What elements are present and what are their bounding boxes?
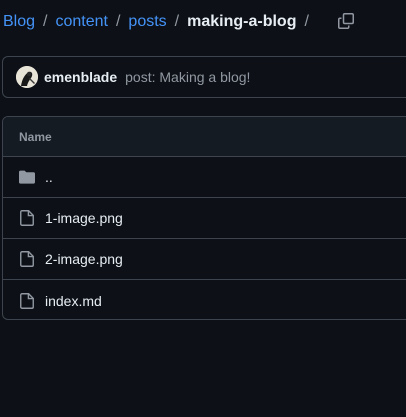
table-row-2-image-png[interactable]: 2-image.png	[3, 239, 406, 280]
breadcrumb-separator: /	[174, 13, 180, 30]
breadcrumb-item-posts[interactable]: posts	[128, 13, 166, 31]
file-table: Name .. 1-image.png 2-image.png index.md	[2, 116, 406, 320]
breadcrumb-current: making-a-blog	[187, 13, 297, 30]
file-icon	[19, 292, 35, 309]
breadcrumb-item-content[interactable]: content	[55, 13, 107, 31]
file-name: 1-image.png	[45, 210, 123, 226]
breadcrumb-trailing-separator: /	[304, 13, 309, 30]
copy-path-button[interactable]	[334, 9, 358, 33]
latest-commit-box: emenblade post: Making a blog!	[2, 56, 406, 98]
file-icon	[19, 210, 35, 226]
file-name: ..	[45, 169, 53, 185]
breadcrumb-separator: /	[115, 13, 121, 30]
table-header: Name	[3, 117, 406, 157]
commit-author[interactable]: emenblade	[44, 69, 117, 85]
file-name: 2-image.png	[45, 251, 123, 267]
table-row-parent-directory[interactable]: ..	[3, 157, 406, 198]
breadcrumb-separator: /	[43, 13, 48, 30]
folder-icon	[19, 169, 35, 185]
avatar[interactable]	[16, 66, 38, 88]
breadcrumb: Blog / content / posts / making-a-blog /	[3, 11, 317, 33]
breadcrumb-item-blog[interactable]: Blog	[3, 13, 35, 31]
column-header-name: Name	[19, 129, 52, 144]
table-row-1-image-png[interactable]: 1-image.png	[3, 198, 406, 239]
file-name: index.md	[45, 292, 102, 309]
copy-icon	[338, 13, 354, 29]
file-icon	[19, 251, 35, 267]
commit-message[interactable]: post: Making a blog!	[125, 69, 250, 85]
table-row-index-md[interactable]: index.md	[3, 280, 406, 319]
